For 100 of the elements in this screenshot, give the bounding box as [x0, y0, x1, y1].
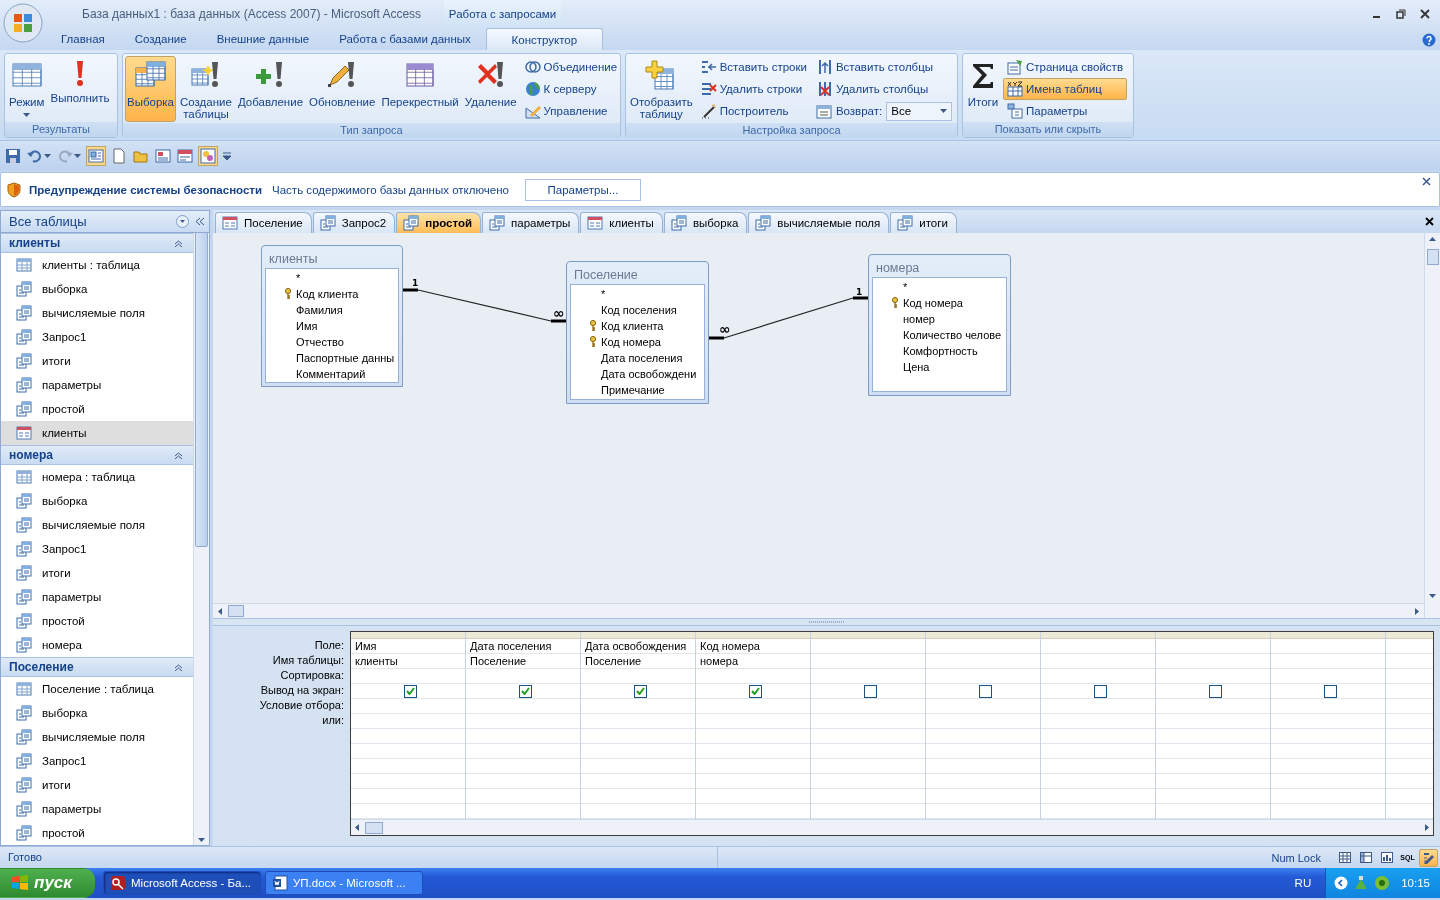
language-indicator[interactable]: RU	[1294, 877, 1326, 889]
nav-item[interactable]: простой	[1, 397, 193, 421]
ribbon-button[interactable]: Итоги	[965, 56, 1001, 122]
form-icon[interactable]	[155, 147, 171, 164]
table-cell[interactable]: Имя	[355, 640, 377, 652]
ribbon-button[interactable]: Страница свойств	[1003, 56, 1127, 78]
field-row[interactable]: Код поселения	[589, 302, 704, 318]
nav-item[interactable]: Запрос1	[1, 537, 193, 561]
scrollbar-thumb[interactable]	[228, 605, 244, 617]
ribbon-tab[interactable]: Работа с базами данных	[324, 28, 486, 50]
ribbon-button[interactable]: Удаление	[462, 56, 519, 122]
relationship-line[interactable]	[709, 296, 868, 340]
ribbon-button[interactable]: Удалить столбцы	[812, 78, 956, 100]
table-cell[interactable]: Код номера	[700, 640, 760, 652]
field-row[interactable]: *	[589, 286, 704, 302]
ribbon-button[interactable]: Создание таблицы	[178, 56, 234, 123]
table-cell[interactable]: Дата поселения	[470, 640, 552, 652]
table-cell[interactable]: клиенты	[355, 655, 398, 667]
field-row[interactable]: Цена	[891, 359, 1006, 375]
undo-icon[interactable]	[27, 147, 43, 164]
ribbon-button[interactable]: Построитель	[696, 100, 811, 122]
restore-icon[interactable]	[1396, 9, 1406, 19]
field-row[interactable]: *	[284, 270, 398, 286]
document-tab[interactable]: выборка	[663, 212, 748, 233]
nav-item[interactable]: Запрос1	[1, 325, 193, 349]
close-icon[interactable]	[1425, 217, 1434, 226]
field-row[interactable]: Комфортность	[891, 343, 1006, 359]
checkbox[interactable]	[1208, 684, 1222, 698]
ribbon-button[interactable]: Удалить строки	[696, 78, 811, 100]
nav-item[interactable]: клиенты : таблица	[1, 253, 193, 277]
nav-item[interactable]: параметры	[1, 797, 193, 821]
field-row[interactable]: Код клиента	[589, 318, 704, 334]
checkbox[interactable]	[403, 684, 417, 698]
field-row[interactable]: Дата освобождени	[589, 366, 704, 382]
ribbon-tab[interactable]: Создание	[119, 28, 202, 50]
ribbon-button[interactable]: Объединение	[520, 56, 622, 78]
nav-item[interactable]: итоги	[1, 773, 193, 797]
relationship-line[interactable]	[403, 288, 566, 323]
ribbon-button[interactable]: Вставить строки	[696, 56, 811, 78]
customize-menu-icon[interactable]	[223, 151, 231, 160]
scrollbar-thumb[interactable]	[195, 233, 208, 547]
nav-item[interactable]: выборка	[1, 277, 193, 301]
field-row[interactable]: *	[891, 279, 1006, 295]
help-icon[interactable]	[1422, 33, 1436, 47]
query-design-grid[interactable]: Имя клиенты Дата поселения Поселение Дата освобождения Поселение Код номера номера	[350, 631, 1434, 836]
ribbon-button[interactable]: Управление	[520, 100, 622, 122]
field-row[interactable]: номер	[891, 311, 1006, 327]
nav-item[interactable]: параметры	[1, 373, 193, 397]
checkbox[interactable]	[1093, 684, 1107, 698]
dropdown-circle-icon[interactable]	[176, 215, 189, 228]
report-icon[interactable]	[177, 147, 193, 164]
field-row[interactable]: Имя	[284, 318, 398, 334]
checkbox[interactable]	[978, 684, 992, 698]
ribbon-button[interactable]: К серверу	[520, 78, 622, 100]
design-view-icon[interactable]	[88, 147, 104, 164]
ribbon-button[interactable]: Выполнить	[48, 56, 112, 122]
ribbon-button[interactable]: Вставить столбцы	[812, 56, 956, 78]
taskbar-button[interactable]: УП.docx - Microsoft ...	[265, 871, 423, 895]
scrollbar[interactable]	[1424, 233, 1440, 618]
ribbon-button[interactable]: Имена таблиц	[1003, 78, 1127, 100]
table-cell[interactable]: Поселение	[585, 655, 642, 667]
document-tab[interactable]: Поселение	[215, 212, 312, 233]
ribbon-button[interactable]: Отобразить таблицу	[628, 56, 695, 123]
nav-item[interactable]: вычисляемые поля	[1, 725, 193, 749]
nav-item[interactable]: вычисляемые поля	[1, 301, 193, 325]
scrollbar-thumb[interactable]	[365, 821, 383, 834]
ribbon-button[interactable]: Обновление	[307, 56, 378, 122]
field-row[interactable]: Код клиента	[284, 286, 398, 302]
scrollbar[interactable]	[213, 603, 1424, 618]
nav-item[interactable]: клиенты	[1, 421, 193, 445]
field-row[interactable]: Отчество	[284, 334, 398, 350]
document-tab[interactable]: простой	[396, 212, 482, 233]
nav-item[interactable]: итоги	[1, 561, 193, 585]
document-tab[interactable]: итоги	[890, 212, 957, 233]
nav-group-title[interactable]: номера	[9, 448, 53, 462]
nav-item[interactable]: Запрос1	[1, 749, 193, 773]
ribbon-tab[interactable]: Конструктор	[485, 28, 603, 50]
field-list-window[interactable]: номера * Код номера номер Количество челове Комфортность Цена	[868, 254, 1011, 396]
nav-group-title[interactable]: клиенты	[9, 236, 61, 250]
document-tab[interactable]: клиенты	[580, 212, 663, 233]
nav-item[interactable]: Поселение : таблица	[1, 677, 193, 701]
nav-item[interactable]: выборка	[1, 489, 193, 513]
field-list-window[interactable]: клиенты * Код клиента Фамилия Имя Отчество Паспортные данны Комментарий	[261, 245, 403, 387]
field-row[interactable]: Паспортные данны	[284, 350, 398, 366]
field-row[interactable]: Дата поселения	[589, 350, 704, 366]
table-cell[interactable]: номера	[700, 655, 739, 667]
nav-item[interactable]: выборка	[1, 701, 193, 725]
taskbar-button[interactable]: Microsoft Access - Ба...	[103, 871, 261, 895]
ribbon-button[interactable]: Режим	[7, 56, 47, 122]
collapse-chevron-icon[interactable]	[174, 239, 183, 247]
nav-item[interactable]: номера : таблица	[1, 465, 193, 489]
ribbon-tab[interactable]: Главная	[46, 28, 120, 50]
ribbon-button[interactable]: Выборка	[125, 56, 176, 122]
checkbox[interactable]	[863, 684, 877, 698]
scrollbar-thumb[interactable]	[1426, 249, 1439, 265]
options-button[interactable]: Параметры...	[524, 178, 641, 201]
nav-item[interactable]: параметры	[1, 585, 193, 609]
dropdown-field[interactable]: Все	[886, 101, 953, 121]
collapse-chevron-icon[interactable]	[174, 663, 183, 671]
checkbox[interactable]	[748, 684, 762, 698]
